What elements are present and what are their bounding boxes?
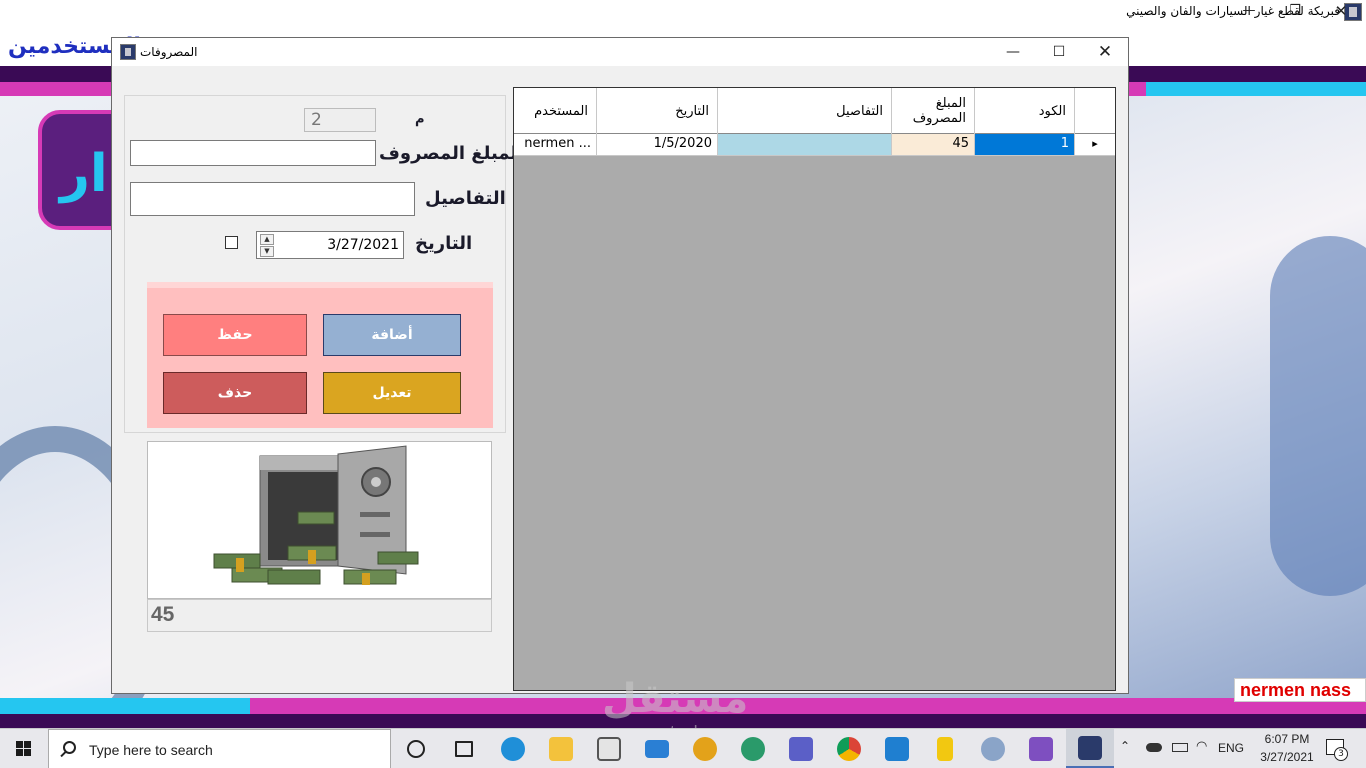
edge-dev-icon[interactable] [729, 729, 777, 768]
edge-icon[interactable] [489, 729, 537, 768]
paint-icon[interactable] [969, 729, 1017, 768]
vscode-icon[interactable] [873, 729, 921, 768]
chrome-icon[interactable] [825, 729, 873, 768]
taskbar-search[interactable]: Type here to search [48, 729, 391, 768]
row-selector-icon[interactable]: ▸ [1075, 134, 1115, 155]
spin-down-icon[interactable]: ▼ [260, 246, 274, 257]
edit-button[interactable]: تعديل [323, 372, 461, 414]
decor-bar [1146, 82, 1366, 96]
cortana-icon[interactable] [392, 729, 440, 768]
current-user-label: nermen nass [1234, 678, 1366, 702]
date-checkbox[interactable] [225, 236, 238, 249]
add-button[interactable]: أضافة [323, 314, 461, 356]
amount-label: المبلغ المصروف [379, 143, 524, 164]
main-close-button[interactable]: ✕ [1318, 0, 1364, 24]
visual-studio-icon[interactable] [1017, 729, 1065, 768]
main-minimize-button[interactable]: — [1226, 0, 1272, 24]
chevron-up-icon[interactable]: ⌃ [1120, 739, 1130, 753]
column-header-user[interactable]: المستخدم [514, 88, 597, 134]
teams-icon[interactable] [777, 729, 825, 768]
mail-icon[interactable] [633, 729, 681, 768]
taskbar: Type here to search ⌃ ◠ ENG 6:07 PM 3/27… [0, 728, 1366, 768]
cell-code[interactable]: 1 [975, 134, 1075, 155]
task-view-icon[interactable] [440, 729, 488, 768]
file-explorer-icon[interactable] [537, 729, 585, 768]
expenses-maximize-button[interactable]: ☐ [1036, 40, 1082, 64]
cell-user[interactable]: nermen ... [514, 134, 597, 155]
cell-details[interactable] [718, 134, 892, 155]
save-button[interactable]: حفظ [163, 314, 307, 356]
battery-icon[interactable] [1172, 743, 1188, 752]
action-button-panel: حفظ أضافة حذف تعديل [147, 282, 493, 428]
column-header-details[interactable]: التفاصيل [718, 88, 892, 134]
expenses-titlebar[interactable]: المصروفات — ☐ ✕ [112, 38, 1128, 66]
details-label: التفاصيل [425, 188, 506, 209]
column-header-date[interactable]: التاريخ [597, 88, 718, 134]
column-header-code[interactable]: الكود [975, 88, 1075, 134]
date-label: التاريخ [415, 233, 473, 254]
id-field: 2 [304, 108, 376, 132]
cell-date[interactable]: 1/5/2020 [597, 134, 718, 155]
expense-form: 2 م المبلغ المصروف التفاصيل ▲ ▼ 3/27/202… [124, 95, 523, 433]
decor-bar [0, 698, 250, 714]
expenses-window: المصروفات — ☐ ✕ 2 م المبلغ المصروف التفا… [111, 37, 1129, 694]
main-titlebar[interactable]: فبريكة لقطع غيار السيارات والفان والصيني… [0, 0, 1366, 24]
clock-time[interactable]: 6:07 PM [1252, 732, 1322, 746]
clock-date[interactable]: 3/27/2021 [1252, 750, 1322, 764]
powerbi-icon[interactable] [921, 729, 969, 768]
details-input[interactable] [130, 182, 415, 216]
wifi-icon[interactable]: ◠ [1196, 739, 1207, 754]
grid-header: المستخدم التاريخ التفاصيل المبلغ المصروف… [514, 88, 1115, 134]
total-amount: 45 [147, 599, 492, 632]
column-header-amount[interactable]: المبلغ المصروف [892, 88, 975, 134]
notification-badge: 3 [1334, 747, 1348, 761]
table-row[interactable]: nermen ... 1/5/2020 45 1 ▸ [514, 134, 1115, 156]
background-decoration [1270, 236, 1366, 596]
row-header-corner [1075, 88, 1115, 134]
delete-button[interactable]: حذف [163, 372, 307, 414]
amount-input[interactable] [130, 140, 376, 166]
expenses-grid[interactable]: المستخدم التاريخ التفاصيل المبلغ المصروف… [513, 87, 1116, 691]
running-app-icon[interactable] [1066, 729, 1114, 768]
windows-logo-icon [16, 741, 23, 748]
main-restore-button[interactable]: ❐ [1272, 0, 1318, 24]
expenses-window-title: المصروفات [140, 45, 198, 59]
decor-bar [0, 714, 1366, 728]
chrome-canary-icon[interactable] [681, 729, 729, 768]
onedrive-icon[interactable] [1146, 743, 1162, 752]
id-label: م [415, 112, 425, 127]
expenses-minimize-button[interactable]: — [990, 40, 1036, 64]
safe-money-image [147, 441, 492, 599]
expenses-close-button[interactable]: ✕ [1082, 40, 1128, 64]
spin-up-icon[interactable]: ▲ [260, 234, 274, 245]
store-icon[interactable] [585, 729, 633, 768]
window-icon [120, 44, 136, 60]
search-icon [63, 741, 76, 754]
language-indicator[interactable]: ENG [1218, 741, 1244, 755]
date-value: 3/27/2021 [327, 237, 399, 253]
cell-amount[interactable]: 45 [892, 134, 975, 155]
windows-start-button[interactable] [0, 729, 48, 768]
search-placeholder: Type here to search [89, 742, 213, 758]
date-picker[interactable]: ▲ ▼ 3/27/2021 [256, 231, 404, 259]
